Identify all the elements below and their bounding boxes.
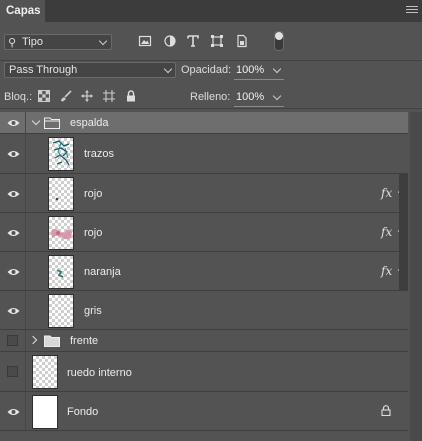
lock-all-icon[interactable]: [125, 90, 137, 102]
visibility-column: [0, 112, 26, 133]
blend-mode-value: Pass Through: [9, 64, 78, 76]
blend-mode-select[interactable]: Pass Through: [4, 62, 176, 78]
fill-label: Relleno:: [190, 91, 231, 103]
opacity-input[interactable]: 100%: [236, 64, 264, 76]
fill-input[interactable]: 100%: [236, 91, 264, 103]
eye-icon[interactable]: [7, 307, 20, 315]
lock-options-row: Bloq.: Relleno: 100%: [0, 86, 422, 109]
adjustment-filter-icon[interactable]: [163, 34, 177, 48]
eye-icon[interactable]: [7, 408, 20, 416]
opacity-chevron-icon[interactable]: [272, 64, 282, 74]
panel-menu-icon[interactable]: [406, 4, 418, 16]
layer-row-group-espalda[interactable]: espalda: [0, 112, 408, 134]
eye-icon[interactable]: [7, 119, 20, 127]
layer-row-rojo[interactable]: rojo fx: [0, 213, 408, 252]
layer-name[interactable]: ruedo interno: [67, 367, 132, 379]
dot-thumbnail-art: [55, 197, 59, 201]
layer-thumbnail[interactable]: [32, 395, 58, 429]
layer-row-naranja[interactable]: naranja fx: [0, 252, 408, 291]
layer-thumbnail[interactable]: [48, 294, 74, 328]
group-expand-chevron-icon[interactable]: [31, 116, 41, 126]
layer-name[interactable]: espalda: [70, 117, 109, 129]
visibility-toggle-off[interactable]: [7, 335, 18, 346]
layer-effects-icon[interactable]: fx: [381, 186, 392, 200]
visibility-column: [0, 134, 26, 173]
visibility-column: [0, 213, 26, 251]
layer-row-trazos[interactable]: trazos: [0, 134, 408, 174]
filter-toggle-switch[interactable]: [274, 31, 284, 51]
filter-kind-label: Tipo: [22, 36, 43, 48]
effects-column-strip: [399, 174, 408, 291]
group-collapse-chevron-icon[interactable]: [28, 335, 38, 345]
visibility-column: [0, 174, 26, 212]
lock-brush-icon[interactable]: [60, 90, 72, 102]
layer-name[interactable]: gris: [84, 305, 102, 317]
layer-effects-icon[interactable]: fx: [381, 264, 392, 278]
layer-name[interactable]: rojo: [84, 227, 102, 239]
layer-name[interactable]: Fondo: [67, 406, 98, 418]
lock-icon: [381, 405, 391, 416]
type-filter-icon[interactable]: [186, 34, 200, 48]
layer-name[interactable]: frente: [70, 335, 98, 347]
folder-icon: [44, 335, 60, 347]
layer-thumbnail[interactable]: [32, 355, 58, 389]
layer-thumbnail[interactable]: [48, 255, 74, 289]
layers-scrollbar[interactable]: [410, 112, 422, 441]
layer-filter-bar: ⚲ Tipo: [0, 22, 422, 61]
eye-icon[interactable]: [7, 229, 20, 237]
smart-object-filter-icon[interactable]: [235, 34, 249, 48]
layer-row-rojo[interactable]: rojo fx: [0, 174, 408, 213]
folder-icon: [44, 117, 60, 129]
opacity-underline: [234, 79, 284, 80]
layer-thumbnail[interactable]: [48, 216, 74, 250]
layer-thumbnail[interactable]: [48, 177, 74, 211]
layer-name[interactable]: naranja: [84, 266, 121, 278]
layer-name[interactable]: trazos: [84, 148, 114, 160]
layer-row-fondo[interactable]: Fondo: [0, 392, 408, 431]
lock-move-icon[interactable]: [81, 90, 93, 102]
visibility-column: [0, 252, 26, 290]
tab-layers[interactable]: Capas: [0, 0, 45, 22]
lock-label: Bloq.:: [4, 91, 33, 103]
chevron-down-icon: [163, 64, 173, 74]
layer-row-group-frente[interactable]: frente: [0, 330, 408, 352]
layer-row-gris[interactable]: gris: [0, 291, 408, 330]
lock-artboard-icon[interactable]: [103, 90, 115, 102]
layer-thumbnail[interactable]: [48, 137, 74, 171]
strokes-thumbnail-art: [52, 140, 70, 166]
panel-titlebar: Capas: [0, 0, 422, 22]
pink-thumbnail-art: [51, 229, 72, 240]
visibility-column: [0, 392, 26, 430]
search-icon: ⚲: [8, 37, 17, 49]
pixel-filter-icon[interactable]: [138, 34, 152, 48]
teal-thumbnail-art: [56, 269, 64, 278]
visibility-column: [0, 291, 26, 329]
lock-transparent-icon[interactable]: [38, 90, 50, 102]
shape-filter-icon[interactable]: [210, 34, 224, 48]
blend-options-row: Pass Through Opacidad: 100%: [0, 60, 422, 82]
fill-underline: [234, 106, 284, 107]
layer-name[interactable]: rojo: [84, 188, 102, 200]
eye-icon[interactable]: [7, 268, 20, 276]
opacity-label: Opacidad:: [181, 64, 232, 76]
fill-chevron-icon[interactable]: [272, 91, 282, 101]
layer-row-ruedo-interno[interactable]: ruedo interno: [0, 352, 408, 392]
visibility-column: [0, 352, 26, 391]
filter-kind-select[interactable]: ⚲ Tipo: [4, 34, 112, 50]
chevron-down-icon: [98, 36, 108, 46]
visibility-column: [0, 330, 26, 351]
visibility-toggle-off[interactable]: [7, 366, 18, 377]
eye-icon[interactable]: [7, 190, 20, 198]
eye-icon[interactable]: [7, 150, 20, 158]
layer-effects-icon[interactable]: fx: [381, 225, 392, 239]
